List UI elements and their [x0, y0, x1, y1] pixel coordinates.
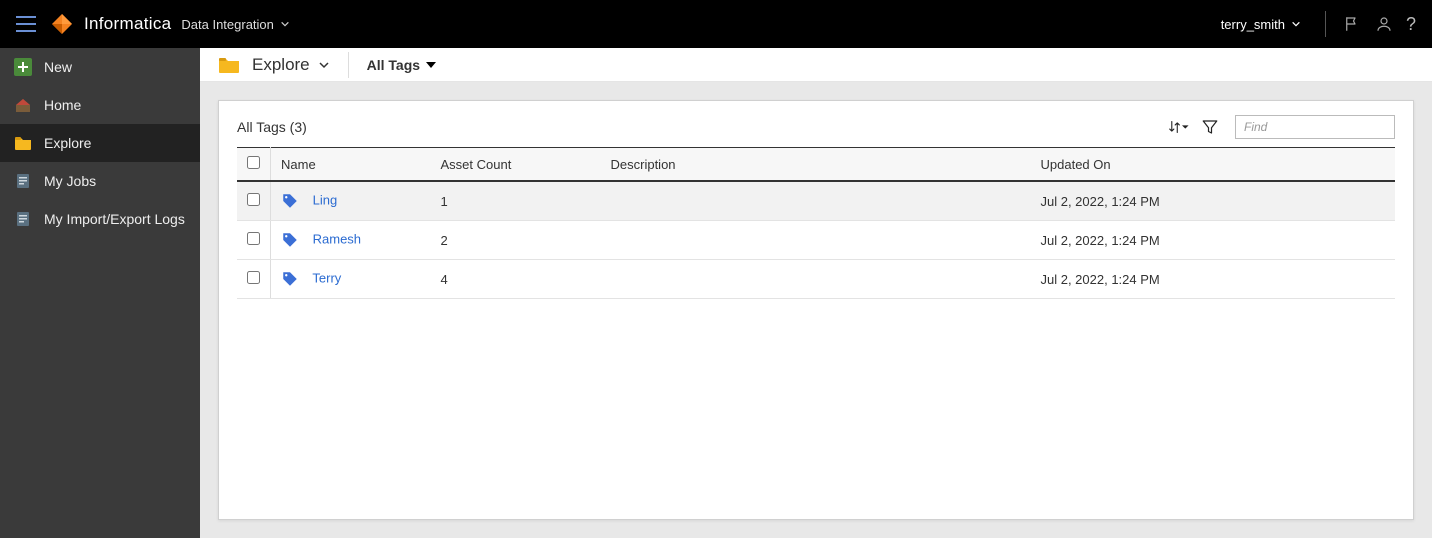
chevron-down-icon[interactable] [318, 59, 330, 71]
clipboard-icon [14, 172, 32, 190]
cell-updated-on: Jul 2, 2022, 1:24 PM [1031, 260, 1396, 299]
sidebar-item-label: My Jobs [44, 173, 96, 189]
user-name: terry_smith [1221, 17, 1285, 32]
user-icon[interactable] [1374, 14, 1394, 34]
row-checkbox[interactable] [247, 232, 260, 245]
table-row[interactable]: Terry 4 Jul 2, 2022, 1:24 PM [237, 260, 1395, 299]
col-header-name[interactable]: Name [271, 148, 431, 182]
home-icon [14, 96, 32, 114]
main-area: Explore All Tags All Tags (3) [200, 48, 1432, 538]
top-bar: Informatica Data Integration terry_smith… [0, 0, 1432, 48]
col-header-updated-on[interactable]: Updated On [1031, 148, 1396, 182]
user-menu[interactable]: terry_smith [1221, 17, 1301, 32]
col-header-description[interactable]: Description [601, 148, 1031, 182]
breadcrumb-bar: Explore All Tags [200, 48, 1432, 82]
product-name[interactable]: Data Integration [181, 17, 274, 32]
content-panel: All Tags (3) Name [218, 100, 1414, 520]
cell-description [601, 260, 1031, 299]
select-all-checkbox[interactable] [247, 156, 260, 169]
sidebar-item-label: Home [44, 97, 81, 113]
sidebar: New Home Explore My Jobs My Import/Expor… [0, 48, 200, 538]
chevron-down-icon [1291, 19, 1301, 29]
sidebar-item-label: Explore [44, 135, 91, 151]
plus-icon [14, 58, 32, 76]
sidebar-item-label: New [44, 59, 72, 75]
informatica-logo-icon [50, 12, 74, 36]
product-dropdown-icon[interactable] [280, 19, 290, 29]
cell-asset-count: 4 [431, 260, 601, 299]
flag-icon[interactable] [1342, 14, 1362, 34]
col-header-asset-count[interactable]: Asset Count [431, 148, 601, 182]
row-checkbox[interactable] [247, 271, 260, 284]
sidebar-item-new[interactable]: New [0, 48, 200, 86]
menu-toggle-icon[interactable] [16, 16, 36, 32]
dropdown-caret-icon[interactable] [426, 62, 436, 68]
breadcrumb-filter[interactable]: All Tags [367, 57, 420, 73]
folder-icon [14, 134, 32, 152]
cell-description [601, 221, 1031, 260]
sidebar-item-label: My Import/Export Logs [44, 211, 185, 227]
cell-updated-on: Jul 2, 2022, 1:24 PM [1031, 221, 1396, 260]
panel-title: All Tags (3) [237, 119, 307, 135]
table-row[interactable]: Ling 1 Jul 2, 2022, 1:24 PM [237, 181, 1395, 221]
sidebar-item-home[interactable]: Home [0, 86, 200, 124]
find-input[interactable] [1235, 115, 1395, 139]
breadcrumb-root[interactable]: Explore [252, 55, 310, 75]
tag-icon [281, 192, 299, 210]
folder-icon [218, 56, 240, 74]
tags-table: Name Asset Count Description Updated On [237, 147, 1395, 299]
cell-asset-count: 2 [431, 221, 601, 260]
cell-description [601, 181, 1031, 221]
tag-name-link[interactable]: Ramesh [313, 231, 361, 246]
clipboard-icon [14, 210, 32, 228]
cell-asset-count: 1 [431, 181, 601, 221]
divider [1325, 11, 1326, 37]
cell-updated-on: Jul 2, 2022, 1:24 PM [1031, 181, 1396, 221]
sidebar-item-importexport[interactable]: My Import/Export Logs [0, 200, 200, 238]
tag-icon [281, 270, 299, 288]
sidebar-item-explore[interactable]: Explore [0, 124, 200, 162]
tag-name-link[interactable]: Ling [313, 192, 338, 207]
tag-name-link[interactable]: Terry [312, 270, 341, 285]
sort-icon[interactable] [1167, 116, 1189, 138]
help-icon[interactable]: ? [1406, 14, 1416, 35]
table-row[interactable]: Ramesh 2 Jul 2, 2022, 1:24 PM [237, 221, 1395, 260]
sidebar-item-myjobs[interactable]: My Jobs [0, 162, 200, 200]
row-checkbox[interactable] [247, 193, 260, 206]
tag-icon [281, 231, 299, 249]
divider [348, 52, 349, 78]
brand-name: Informatica [84, 14, 171, 34]
filter-icon[interactable] [1199, 116, 1221, 138]
